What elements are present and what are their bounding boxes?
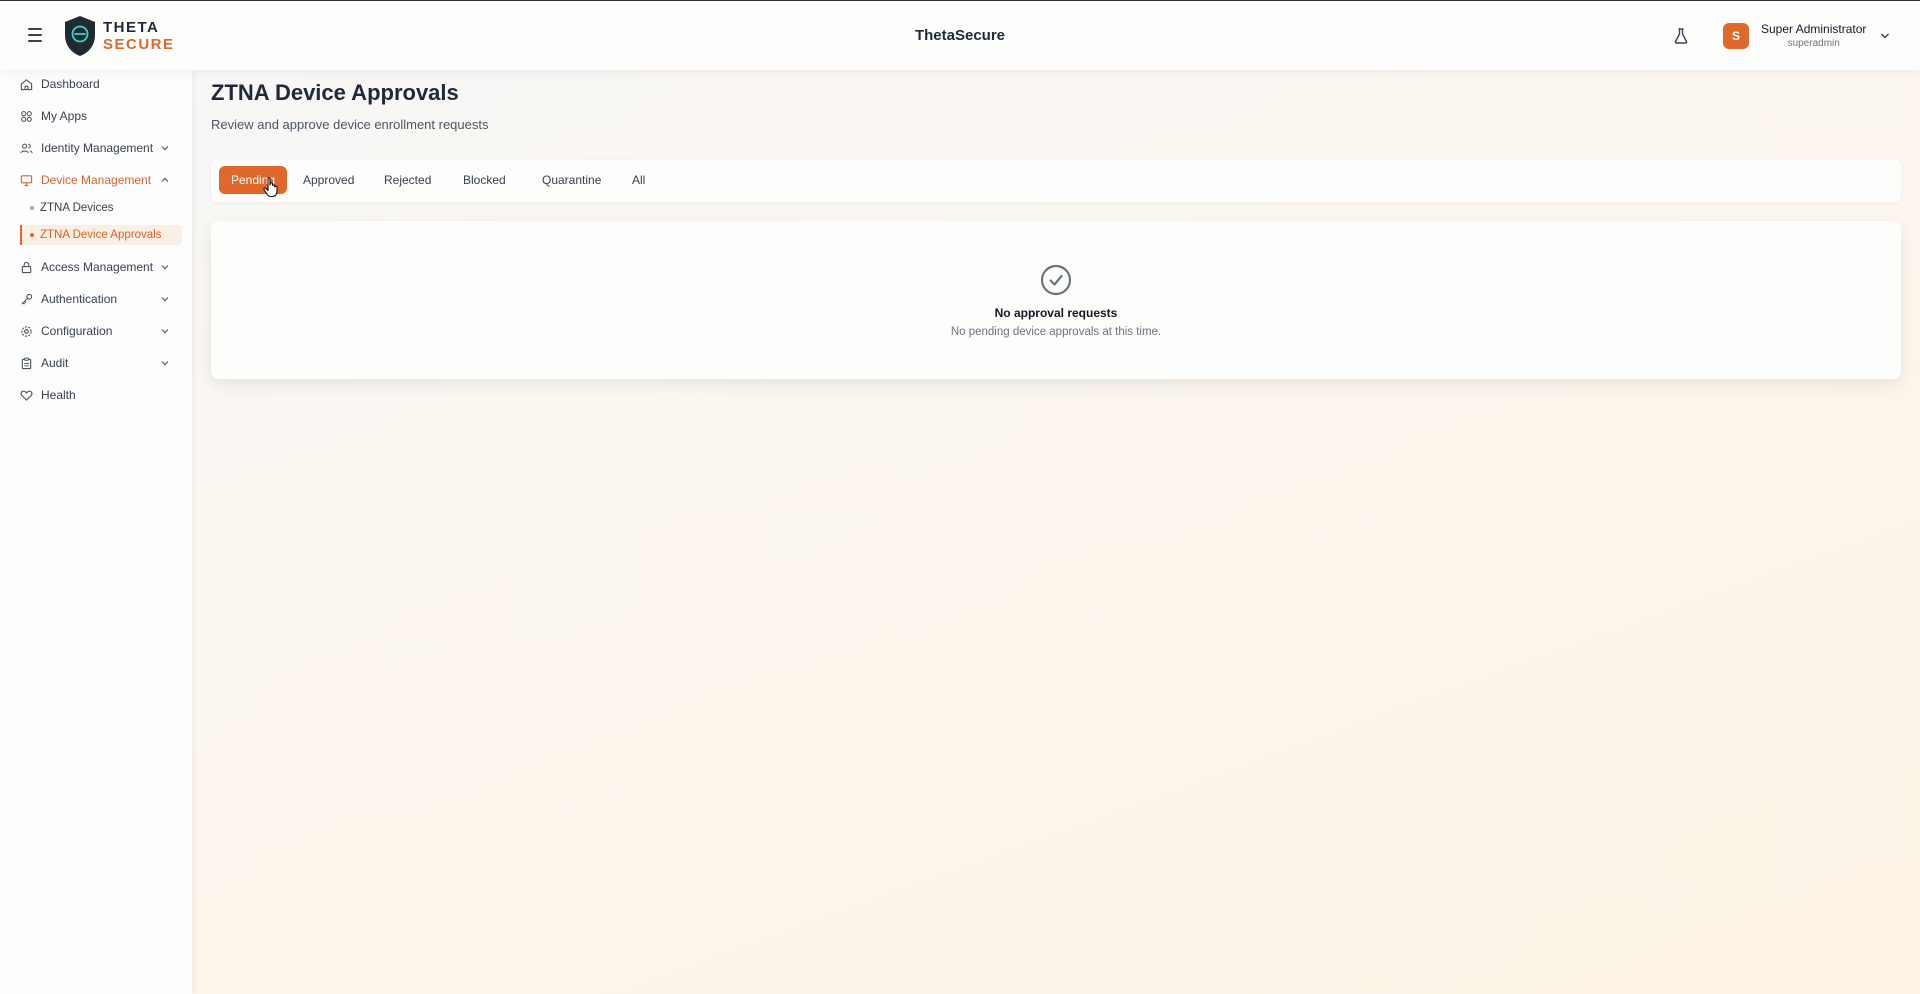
chevron-down-icon [161, 265, 169, 270]
sidebar-subitem-label: ZTNA Device Approvals [40, 229, 162, 241]
bullet-dot [30, 233, 34, 237]
tab-all[interactable]: All [620, 166, 657, 194]
apps-grid-icon [21, 110, 32, 122]
clipboard-icon [21, 357, 32, 369]
avatar: S [1723, 22, 1749, 49]
sidebar-item-label: Authentication [41, 292, 118, 306]
chevron-down-icon [161, 361, 169, 366]
tab-quarantine[interactable]: Quarantine [530, 166, 613, 194]
sidebar-item-dashboard[interactable]: Dashboard [20, 74, 172, 94]
empty-state-title: No approval requests [994, 306, 1118, 320]
tab-approved[interactable]: Approved [291, 166, 366, 194]
users-icon [20, 143, 33, 153]
flask-icon[interactable] [1672, 27, 1690, 45]
chevron-down-icon [161, 329, 169, 334]
tab-blocked[interactable]: Blocked [451, 166, 518, 194]
bullet-dot [30, 206, 34, 210]
chevron-down-icon [161, 297, 169, 302]
tab-rejected[interactable]: Rejected [372, 166, 443, 194]
sidebar-item-health[interactable]: Health [20, 385, 172, 405]
user-name: Super Administrator [1761, 22, 1867, 36]
user-login: superadmin [1787, 38, 1840, 49]
sidebar-item-audit[interactable]: Audit [20, 353, 172, 373]
user-info: Super Administrator superadmin [1761, 22, 1866, 49]
logo-wordmark: THETA SECURE [103, 19, 175, 53]
check-circle-icon [1040, 264, 1072, 296]
chevron-down-icon [1881, 33, 1890, 38]
sidebar-subitem-ztna-devices[interactable]: ZTNA Devices [20, 198, 180, 218]
sidebar-item-label: Configuration [41, 324, 113, 338]
chevron-up-icon [161, 177, 169, 182]
user-menu[interactable]: S Super Administrator superadmin [1723, 22, 1890, 49]
sidebar-subitem-ztna-device-approvals[interactable]: ZTNA Device Approvals [20, 225, 182, 245]
sidebar-item-label: Dashboard [41, 77, 100, 91]
home-icon [20, 78, 33, 90]
sidebar-item-label: Identity Management [41, 141, 154, 155]
sidebar-subitem-label: ZTNA Devices [40, 202, 114, 214]
sidebar: Dashboard My Apps Identity Management De… [0, 70, 192, 994]
app-title: ThetaSecure [914, 27, 1006, 44]
top-bar: THETA SECURE ThetaSecure S Super Adminis… [0, 0, 1920, 70]
sidebar-item-label: Audit [41, 356, 69, 370]
sidebar-item-identity-management[interactable]: Identity Management [20, 138, 172, 158]
sidebar-item-access-management[interactable]: Access Management [20, 257, 172, 277]
heart-icon [20, 390, 33, 401]
sidebar-item-label: Access Management [41, 260, 154, 274]
sidebar-item-authentication[interactable]: Authentication [20, 289, 172, 309]
empty-state-description: No pending device approvals at this time… [950, 326, 1162, 338]
sidebar-item-my-apps[interactable]: My Apps [20, 106, 172, 126]
empty-state-card: No approval requests No pending device a… [211, 221, 1901, 379]
sidebar-item-configuration[interactable]: Configuration [20, 321, 172, 341]
gear-icon [21, 325, 32, 337]
tab-pending[interactable]: Pending [219, 166, 288, 194]
status-tabs: Pending Approved Rejected Blocked Quaran… [211, 160, 1901, 202]
hamburger-menu-icon[interactable] [26, 25, 46, 45]
sidebar-item-device-management[interactable]: Device Management [20, 170, 172, 190]
page-subtitle: Review and approve device enrollment req… [211, 117, 489, 132]
sidebar-item-label: My Apps [41, 109, 88, 123]
sidebar-item-label: Device Management [41, 173, 152, 187]
sidebar-item-label: Health [41, 388, 76, 402]
key-icon [21, 293, 33, 305]
monitor-icon [20, 174, 33, 186]
shield-logo-icon [65, 16, 95, 56]
logo[interactable]: THETA SECURE [63, 15, 175, 57]
chevron-down-icon [161, 146, 169, 151]
logo-line-1: THETA [103, 19, 160, 36]
page-title: ZTNA Device Approvals [211, 80, 459, 105]
logo-line-2: SECURE [103, 36, 175, 53]
lock-icon [21, 261, 32, 273]
